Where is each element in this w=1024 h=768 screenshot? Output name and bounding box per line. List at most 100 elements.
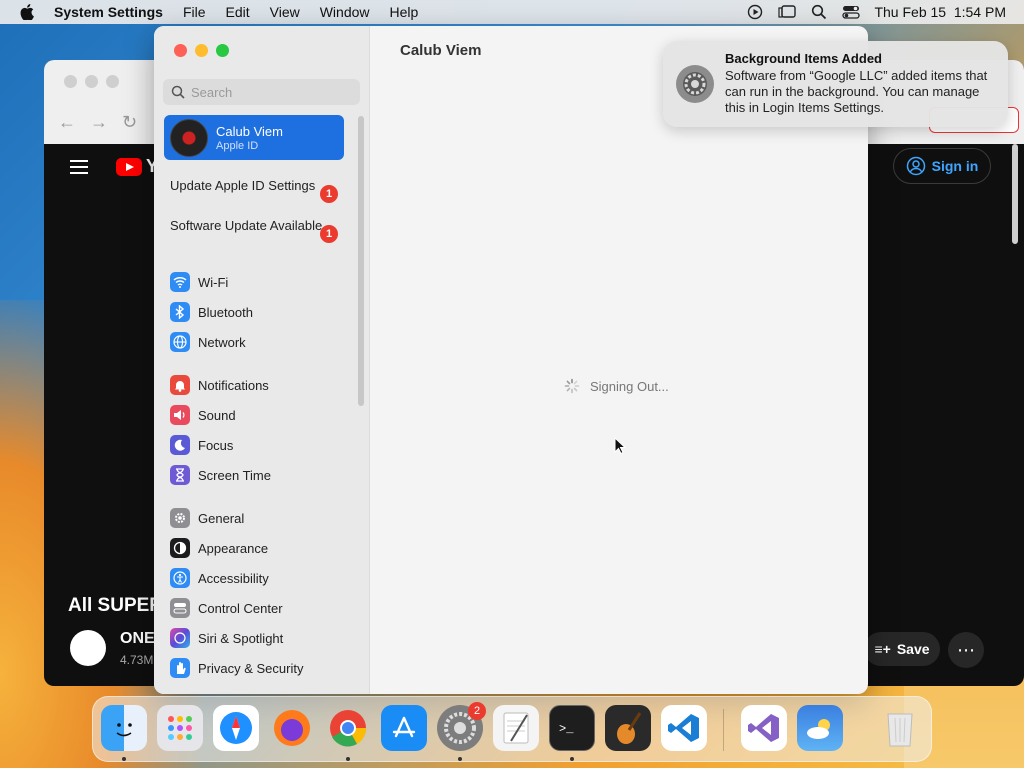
dock-trash-icon[interactable] <box>877 705 923 751</box>
youtube-logo-icon[interactable] <box>116 158 142 176</box>
minimize-button[interactable] <box>195 44 208 57</box>
sidebar-item-wifi[interactable]: Wi-Fi <box>170 270 228 294</box>
sidebar-item-label: Wi-Fi <box>198 274 229 290</box>
dock-visual-studio-icon[interactable] <box>741 705 787 751</box>
sidebar-item-label: Bluetooth <box>198 304 253 320</box>
spotlight-search-icon[interactable] <box>810 4 828 20</box>
appearance-icon <box>170 538 190 558</box>
close-button[interactable] <box>174 44 187 57</box>
sidebar-item-siri-spotlight[interactable]: Siri & Spotlight <box>170 626 283 650</box>
update-apple-id-badge: 1 <box>320 185 338 203</box>
bell-icon <box>170 375 190 395</box>
browser-zoom-button[interactable] <box>106 75 119 88</box>
sidebar-item-screen-time[interactable]: Screen Time <box>170 463 271 487</box>
search-input[interactable] <box>191 84 351 100</box>
browser-window-controls <box>64 75 119 88</box>
menu-edit[interactable]: Edit <box>226 4 250 20</box>
menu-file[interactable]: File <box>183 4 206 20</box>
control-center-icon[interactable] <box>842 4 861 20</box>
menu-bar: System Settings File Edit View Window He… <box>0 0 1024 24</box>
dock-textedit-icon[interactable] <box>493 705 539 751</box>
sidebar-item-bluetooth[interactable]: Bluetooth <box>170 300 253 324</box>
channel-subscribers: 4.73M <box>120 653 154 667</box>
browser-nav: ← → ↻ <box>58 112 137 133</box>
dock-separator <box>723 709 724 751</box>
sidebar-item-label: General <box>198 510 245 526</box>
sidebar-scrollbar[interactable] <box>358 116 364 406</box>
sidebar-item-label: Privacy & Security <box>198 660 304 676</box>
sidebar-item-network[interactable]: Network <box>170 330 246 354</box>
sidebar-item-control-center[interactable]: Control Center <box>170 596 283 620</box>
playlist-add-icon: ≡+ <box>874 641 891 657</box>
hamburger-menu-icon[interactable] <box>70 160 88 174</box>
channel-avatar[interactable] <box>70 630 106 666</box>
speaker-icon <box>170 405 190 425</box>
sidebar-item-label: Focus <box>198 437 234 453</box>
sidebar-item-label: Screen Time <box>198 467 271 483</box>
sidebar-item-focus[interactable]: Focus <box>170 433 233 457</box>
sidebar-item-general[interactable]: General <box>170 506 244 530</box>
browser-scrollbar[interactable] <box>1012 144 1018 244</box>
forward-arrow-icon[interactable]: → <box>90 112 108 133</box>
dock-terminal-icon[interactable]: >_ <box>549 705 595 751</box>
save-video-button[interactable]: ≡+ Save <box>864 632 940 666</box>
dock-garageband-icon[interactable] <box>605 705 651 751</box>
chrome-running-indicator <box>346 757 350 761</box>
bluetooth-icon <box>170 302 190 322</box>
zoom-button[interactable] <box>216 44 229 57</box>
search-icon <box>171 85 185 99</box>
apple-id-account[interactable]: Calub Viem Apple ID <box>164 115 344 160</box>
sidebar-item-update-apple-id[interactable]: Update Apple ID Settings <box>170 178 340 194</box>
dock-weather-icon[interactable] <box>797 705 843 751</box>
spinner-icon <box>564 378 580 394</box>
dock-vscode-icon[interactable] <box>661 705 707 751</box>
sidebar-item-label: Appearance <box>198 540 269 556</box>
dock: >_ <box>92 696 932 762</box>
svg-text:>_: >_ <box>559 722 574 736</box>
dock-launchpad-icon[interactable] <box>157 705 203 751</box>
app-name-menu[interactable]: System Settings <box>54 4 163 20</box>
avatar <box>170 118 208 157</box>
hand-icon <box>170 658 190 678</box>
back-arrow-icon[interactable]: ← <box>58 112 76 133</box>
page-title: Calub Viem <box>400 42 482 59</box>
dock-finder-icon[interactable] <box>101 705 147 751</box>
sidebar-item-label: Accessibility <box>198 570 269 586</box>
video-title[interactable]: All SUPER <box>68 595 163 617</box>
menu-window[interactable]: Window <box>320 4 370 20</box>
sidebar-item-privacy-security[interactable]: Privacy & Security <box>170 656 303 680</box>
notification-body: Software from “Google LLC” added items t… <box>725 68 988 115</box>
system-settings-running-indicator <box>458 757 462 761</box>
sidebar-item-notifications[interactable]: Notifications <box>170 373 269 397</box>
settings-sidebar: Calub Viem Apple ID Update Apple ID Sett… <box>154 26 370 694</box>
accessibility-icon <box>170 568 190 588</box>
notification-banner[interactable]: Background Items Added Software from “Go… <box>663 41 1008 127</box>
dock-safari-icon[interactable] <box>213 705 259 751</box>
sidebar-item-label: Network <box>198 334 246 350</box>
dock-firefox-icon[interactable] <box>269 705 315 751</box>
browser-minimize-button[interactable] <box>85 75 98 88</box>
sidebar-item-appearance[interactable]: Appearance <box>170 536 268 560</box>
gear-icon <box>170 508 190 528</box>
dock-chrome-icon[interactable] <box>325 705 371 751</box>
more-options-icon[interactable]: ⋯ <box>948 632 984 668</box>
reload-icon[interactable]: ↻ <box>122 112 137 133</box>
menu-help[interactable]: Help <box>390 4 419 20</box>
dock-app-store-icon[interactable] <box>381 705 427 751</box>
hourglass-icon <box>170 465 190 485</box>
sign-in-label: Sign in <box>931 158 979 174</box>
menu-view[interactable]: View <box>270 4 300 20</box>
sidebar-item-sound[interactable]: Sound <box>170 403 236 427</box>
channel-name[interactable]: ONE <box>120 630 155 648</box>
browser-close-button[interactable] <box>64 75 77 88</box>
sign-in-button[interactable]: Sign in <box>893 148 991 184</box>
system-settings-gear-icon <box>676 65 714 103</box>
apple-menu-icon[interactable] <box>18 3 36 21</box>
software-update-badge: 1 <box>320 225 338 243</box>
stage-manager-icon[interactable] <box>778 4 797 20</box>
play-status-icon[interactable] <box>746 4 764 20</box>
menu-bar-clock[interactable]: Thu Feb 15 1:54 PM <box>874 4 1006 20</box>
sidebar-item-software-update[interactable]: Software Update Available <box>170 218 340 234</box>
sidebar-item-accessibility[interactable]: Accessibility <box>170 566 269 590</box>
user-circle-icon <box>906 156 925 176</box>
